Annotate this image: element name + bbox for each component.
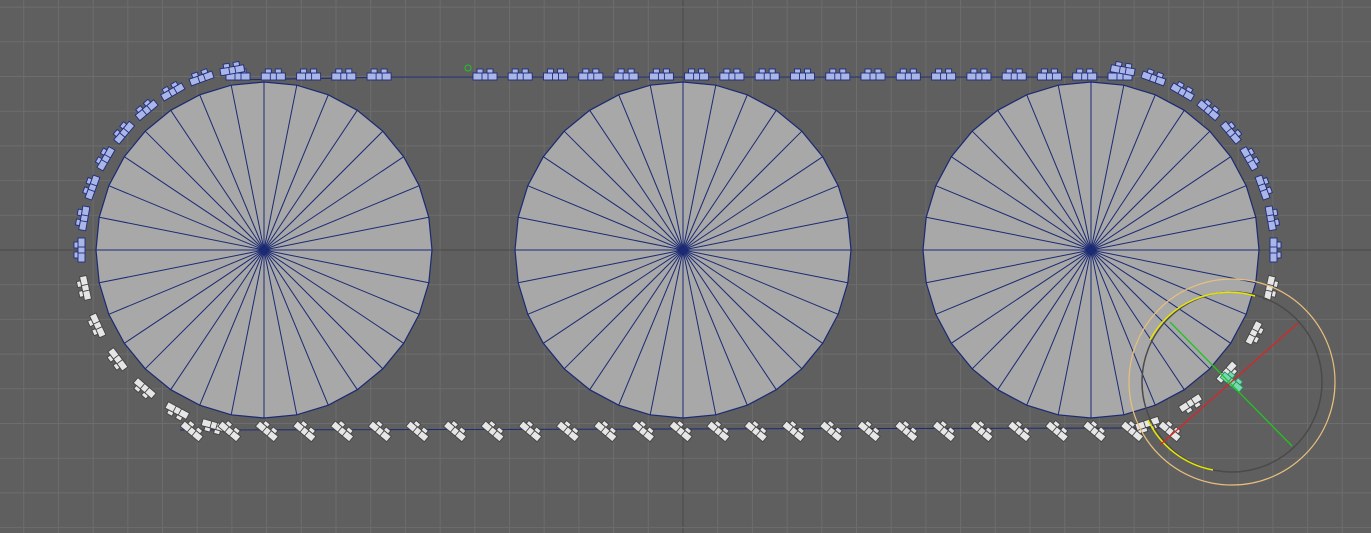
wheel-hub — [680, 247, 686, 253]
track-link-tab — [232, 60, 241, 68]
track-link-tab — [1015, 68, 1023, 74]
track-link-tab — [511, 68, 519, 74]
track-link-tab — [557, 68, 564, 74]
track-link-pad — [613, 72, 639, 81]
track-link-tab — [733, 68, 741, 74]
track-link-tab — [582, 68, 590, 74]
track-link-tab — [547, 68, 554, 74]
maya-viewport[interactable] — [0, 0, 1371, 533]
track-link-pad — [895, 72, 921, 81]
track-link-pad — [1072, 72, 1098, 81]
track-link-tab — [73, 251, 79, 259]
track-link-tab — [804, 68, 811, 74]
track-link-tab — [345, 68, 353, 74]
track-link-tab — [617, 68, 625, 74]
track-link-pad — [1001, 72, 1027, 81]
track-link-pad — [77, 237, 86, 263]
track-link-tab — [380, 68, 388, 74]
track-link-tab — [1272, 280, 1280, 289]
track-link-pad — [331, 72, 357, 81]
track-link-pad — [790, 72, 815, 81]
track-link-pad — [472, 72, 498, 81]
track-link-pad — [754, 72, 780, 81]
track-link-tab — [794, 68, 801, 74]
track-link-tab — [1076, 68, 1084, 74]
wheel-center — [514, 81, 852, 419]
track-link-tab — [370, 68, 378, 74]
wheel-right — [922, 81, 1260, 419]
track-link-tab — [688, 68, 696, 74]
track-link-pad — [296, 72, 322, 81]
track-link-tab — [698, 68, 706, 74]
track-link-tab — [74, 218, 82, 227]
track-link-pad — [1269, 237, 1278, 263]
track-link-pad — [966, 72, 992, 81]
track-link-tab — [652, 68, 660, 74]
track-link-tab — [909, 68, 917, 74]
track-link-pad — [684, 72, 710, 81]
track-link-tab — [899, 68, 907, 74]
wheels-group — [95, 81, 1260, 419]
track-link-tab — [1114, 60, 1123, 68]
track-link-tab — [662, 68, 670, 74]
track-link-tab — [75, 280, 83, 289]
track-link-tab — [300, 68, 308, 74]
track-link-tab — [1005, 68, 1013, 74]
wheel-hub — [1088, 247, 1094, 253]
track-link-tab — [839, 68, 847, 74]
track-link-tab — [874, 68, 882, 74]
track-link-tab — [980, 68, 988, 74]
track-link-tab — [310, 68, 318, 74]
track-link-pad — [543, 72, 568, 81]
track-link-tab — [1276, 241, 1282, 249]
track-link-tab — [829, 68, 837, 74]
track-link-tab — [768, 68, 776, 74]
track-link-tab — [945, 68, 953, 74]
track-link-tab — [1086, 68, 1094, 74]
track-link-pad — [931, 72, 957, 81]
track-link-tab — [476, 68, 484, 74]
track-link-tab — [627, 68, 635, 74]
track-link-pad — [825, 72, 851, 81]
track-link-pad — [1036, 72, 1062, 81]
track-link-pad — [860, 72, 886, 81]
track-link-tab — [758, 68, 766, 74]
track-link-tab — [864, 68, 872, 74]
wheel-left — [95, 81, 433, 419]
track-link-tab — [264, 68, 272, 74]
track-link-tab — [521, 68, 529, 74]
track-link-pad — [648, 72, 674, 81]
track-link-pad — [719, 72, 745, 81]
track-link-pad — [507, 72, 533, 81]
track-link-pad — [260, 72, 286, 81]
track-link-tab — [970, 68, 978, 74]
track-link-pad — [578, 72, 604, 81]
track-link-tab — [935, 68, 943, 74]
wheel-hub — [261, 247, 267, 253]
track-link-tab — [486, 68, 494, 74]
track-link-tab — [1050, 68, 1058, 74]
track-link-tab — [274, 68, 282, 74]
track-link-tab — [335, 68, 343, 74]
track-link-tab — [1040, 68, 1048, 74]
track-link-tab — [592, 68, 600, 74]
track-link-tab — [1273, 218, 1281, 227]
track-link-tab — [73, 241, 79, 249]
track-link-pad — [366, 72, 392, 81]
track-link-tab — [1276, 251, 1282, 259]
track-link-tab — [723, 68, 731, 74]
